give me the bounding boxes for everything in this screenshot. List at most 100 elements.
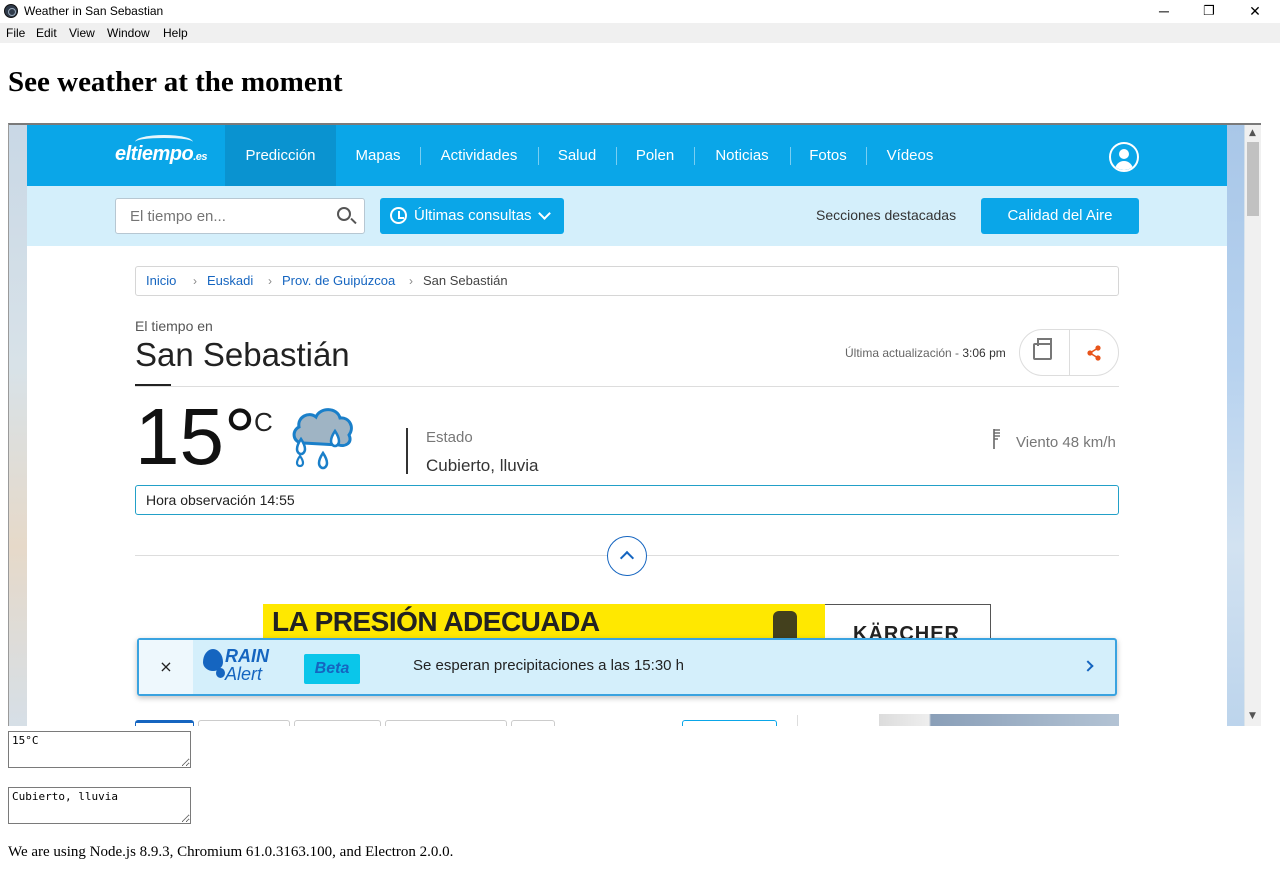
alert-close-icon[interactable]: × [139,640,193,694]
scroll-thumb[interactable] [1247,142,1259,216]
background-image-left [9,125,27,726]
close-button[interactable]: ✕ [1232,0,1278,22]
nav-mapas[interactable]: Mapas [347,125,409,186]
condition-value: Cubierto, lluvia [426,456,539,475]
background-image-right [1227,125,1244,726]
sidebar-image[interactable] [879,714,1119,726]
divider [406,428,408,474]
featured-sections-link[interactable]: Secciones destacadas [816,207,956,223]
print-icon[interactable] [1033,338,1052,360]
forecast-tab[interactable] [385,720,507,726]
menu-view[interactable]: View [69,26,95,40]
breadcrumb-guipuzcoa[interactable]: Prov. de Guipúzcoa [282,267,395,295]
menu-bar: File Edit View Window Help [0,23,1280,43]
breadcrumb-euskadi[interactable]: Euskadi [207,267,253,295]
window-title: Weather in San Sebastian [24,4,164,18]
weather-in-label: El tiempo en [135,318,213,334]
rain-alert-message: Se esperan precipitaciones a las 15:30 h [413,657,685,674]
rain-alert-logo-line2: Alert [225,664,263,684]
nav-divider [420,147,421,165]
current-temperature: 15° [135,392,256,481]
breadcrumb-chevron-icon: › [268,274,272,288]
electron-app-icon [4,4,18,18]
menu-edit[interactable]: Edit [36,26,57,40]
print-share-group [1019,329,1119,376]
menu-file[interactable]: File [6,26,25,40]
nav-videos[interactable]: Vídeos [877,125,943,186]
wind-speed: Viento 48 km/h [1016,434,1116,451]
forecast-tab[interactable] [198,720,290,726]
rain-alert-banner[interactable]: × RAIN Alert Beta Se esperan precipitaci… [137,638,1117,696]
logo-text: eltiempo [115,143,194,165]
temperature-unit: C [254,407,273,437]
nav-prediccion[interactable]: Predicción [225,125,336,186]
rain-alert-logo-line1: RAIN [225,646,269,666]
breadcrumb-chevron-icon: › [193,274,197,288]
last-updated: Última actualización - 3:06 pm [845,346,1006,360]
condition-label: Estado [426,429,473,446]
share-icon[interactable] [1085,344,1103,362]
nav-divider [694,147,695,165]
breadcrumb-chevron-icon: › [409,274,413,288]
forecast-tab[interactable] [682,720,777,726]
ad-person-image [773,611,797,641]
weather-webview[interactable]: ▲ ▼ eltiempo.es Predicción Mapas Activid… [8,123,1261,726]
nav-fotos[interactable]: Fotos [801,125,855,186]
nav-noticias[interactable]: Noticias [705,125,779,186]
city-search-input[interactable] [115,198,365,234]
nav-polen[interactable]: Polen [627,125,683,186]
breadcrumb-current: San Sebastián [423,273,508,288]
recent-searches-label: Últimas consultas [414,207,532,224]
page-heading: See weather at the moment [8,66,343,98]
chevron-down-icon [538,207,551,220]
logo-suffix: .es [193,151,208,163]
divider [797,715,798,726]
beta-badge: Beta [304,654,360,684]
chevron-up-icon [619,550,635,566]
breadcrumb-inicio[interactable]: Inicio [146,267,176,295]
user-account-icon[interactable] [1109,142,1139,172]
recent-searches-button[interactable]: Últimas consultas [380,198,564,234]
history-icon [390,207,407,224]
condition-output[interactable]: Cubierto, lluvia [8,787,191,824]
title-bar: Weather in San Sebastian ─ ❐ ✕ [0,0,1280,23]
menu-window[interactable]: Window [107,26,150,40]
webview-scrollbar[interactable]: ▲ ▼ [1245,125,1261,726]
site-logo[interactable]: eltiempo.es [115,143,208,166]
search-icon[interactable] [337,207,351,221]
collapse-button[interactable] [607,536,647,576]
site-navbar: eltiempo.es Predicción Mapas Actividades… [27,125,1227,186]
ad-headline: LA PRESIÓN ADECUADA [272,606,600,637]
forecast-tab[interactable] [511,720,555,726]
temperature-output[interactable]: 15°C [8,731,191,768]
forecast-tab[interactable] [294,720,381,726]
cloudy-rain-icon [292,408,353,470]
maximize-button[interactable]: ❐ [1186,0,1232,22]
scroll-down-arrow-icon[interactable]: ▼ [1249,711,1256,721]
nav-salud[interactable]: Salud [549,125,605,186]
minimize-button[interactable]: ─ [1141,0,1187,22]
nav-divider [790,147,791,165]
breadcrumb: Inicio › Euskadi › Prov. de Guipúzcoa › … [135,266,1119,296]
version-info: We are using Node.js 8.9.3, Chromium 61.… [8,844,454,860]
nav-actividades[interactable]: Actividades [431,125,527,186]
last-updated-label: Última actualización - [845,346,963,360]
eltiempo-page: eltiempo.es Predicción Mapas Actividades… [27,125,1227,726]
scroll-up-arrow-icon[interactable]: ▲ [1249,128,1256,138]
nav-divider [538,147,539,165]
raindrop-icon [216,668,225,678]
forecast-tab[interactable] [135,720,194,726]
city-title: San Sebastián [135,336,350,373]
air-quality-button[interactable]: Calidad del Aire [981,198,1139,234]
search-bar-section: Últimas consultas Secciones destacadas C… [27,186,1227,246]
menu-help[interactable]: Help [163,26,188,40]
divider [1069,330,1070,375]
nav-divider [616,147,617,165]
rain-alert-logo: RAIN Alert Beta [203,646,363,690]
title-underline [135,384,171,386]
nav-divider [866,147,867,165]
chevron-right-icon[interactable] [1082,660,1094,672]
divider [135,386,1119,387]
wind-flag-icon [993,429,1000,449]
observation-time: Hora observación 14:55 [135,485,1119,515]
